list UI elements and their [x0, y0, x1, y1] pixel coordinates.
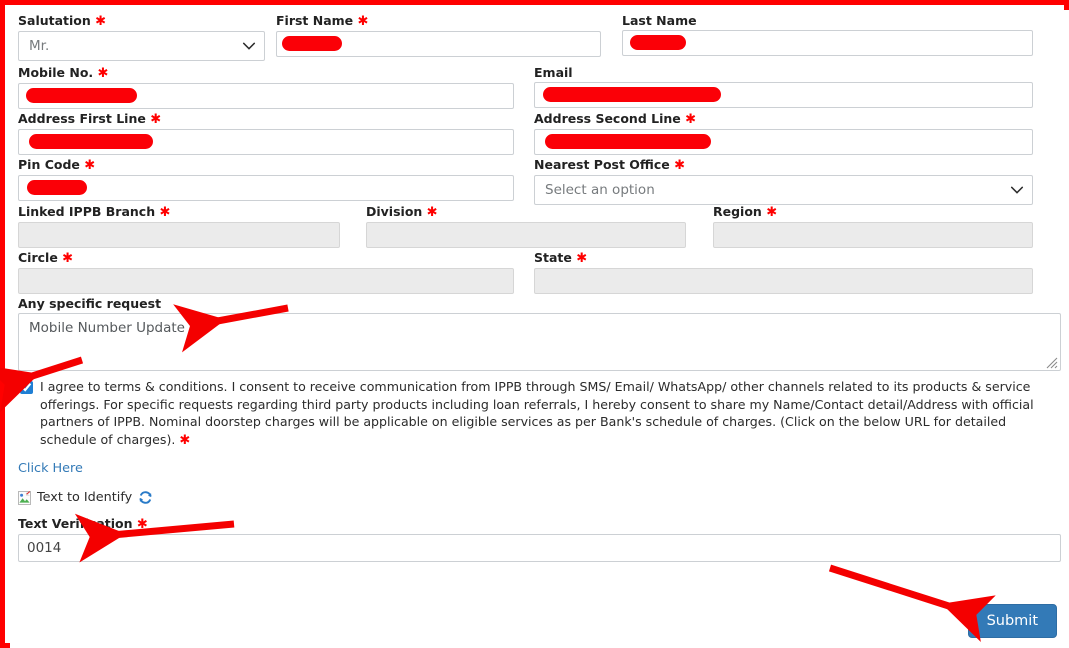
required-asterisk: ✱: [426, 205, 438, 220]
redaction-bar-first-name: [282, 36, 342, 51]
required-asterisk: ✱: [136, 517, 148, 532]
linked-ippb-branch-input: [18, 222, 340, 248]
required-asterisk: ✱: [62, 251, 74, 266]
label-email: Email: [534, 65, 573, 80]
chevron-down-icon: [1010, 183, 1024, 197]
region-input: [713, 222, 1033, 248]
label-text-verification: Text Verification ✱: [18, 516, 148, 532]
label-state: State ✱: [534, 250, 588, 266]
required-asterisk: ✱: [685, 112, 697, 127]
redaction-bar-email: [543, 87, 721, 102]
nearest-post-office-select[interactable]: Select an option: [534, 175, 1033, 205]
required-asterisk: ✱: [179, 432, 191, 448]
service-request-form: Salutation ✱ Mr. First Name ✱ Last Name: [10, 10, 1069, 648]
label-pin-code: Pin Code ✱: [18, 157, 96, 173]
redaction-bar-mobile-no: [26, 88, 137, 103]
label-address-second-line: Address Second Line ✱: [534, 111, 697, 127]
label-specific-request: Any specific request: [18, 296, 162, 311]
label-last-name: Last Name: [622, 13, 697, 28]
label-linked-ippb-branch: Linked IPPB Branch ✱: [18, 204, 171, 220]
specific-request-textarea[interactable]: [18, 313, 1061, 371]
label-salutation: Salutation ✱: [18, 13, 107, 29]
required-asterisk: ✱: [95, 14, 107, 29]
required-asterisk: ✱: [159, 205, 171, 220]
refresh-icon[interactable]: [138, 490, 153, 505]
annotated-page-frame: Salutation ✱ Mr. First Name ✱ Last Name: [0, 0, 1069, 648]
label-first-name: First Name ✱: [276, 13, 369, 29]
submit-button[interactable]: Submit: [967, 604, 1057, 638]
redaction-bar-address-second-line: [545, 134, 711, 149]
state-input: [534, 268, 1033, 294]
salutation-select[interactable]: Mr.: [18, 31, 265, 61]
label-division: Division ✱: [366, 204, 438, 220]
terms-text: I agree to terms & conditions. I consent…: [40, 379, 1034, 448]
captcha-row: Text to Identify: [18, 488, 1061, 506]
label-address-first-line: Address First Line ✱: [18, 111, 162, 127]
nearest-post-office-value: Select an option: [545, 182, 655, 198]
broken-image-icon: [18, 490, 31, 505]
chevron-down-icon: [242, 39, 256, 53]
required-asterisk: ✱: [766, 205, 778, 220]
required-asterisk: ✱: [84, 158, 96, 173]
salutation-value: Mr.: [29, 38, 50, 54]
label-region: Region ✱: [713, 204, 778, 220]
text-verification-input[interactable]: [18, 534, 1061, 562]
pin-code-input[interactable]: [18, 175, 514, 201]
required-asterisk: ✱: [357, 14, 369, 29]
required-asterisk: ✱: [674, 158, 686, 173]
label-nearest-post-office: Nearest Post Office ✱: [534, 157, 686, 173]
division-input: [366, 222, 686, 248]
label-circle: Circle ✱: [18, 250, 74, 266]
click-here-link[interactable]: Click Here: [18, 461, 83, 476]
redaction-bar-address-first-line: [29, 134, 153, 149]
label-mobile-no: Mobile No. ✱: [18, 65, 109, 81]
redaction-bar-pin-code: [27, 180, 87, 195]
terms-and-conditions-block: I agree to terms & conditions. I consent…: [18, 378, 1061, 449]
captcha-image-alt-text: Text to Identify: [37, 489, 133, 505]
required-asterisk: ✱: [576, 251, 588, 266]
required-asterisk: ✱: [97, 66, 109, 81]
redaction-bar-last-name: [630, 35, 686, 50]
terms-checkbox[interactable]: [20, 381, 33, 394]
circle-input: [18, 268, 514, 294]
required-asterisk: ✱: [150, 112, 162, 127]
